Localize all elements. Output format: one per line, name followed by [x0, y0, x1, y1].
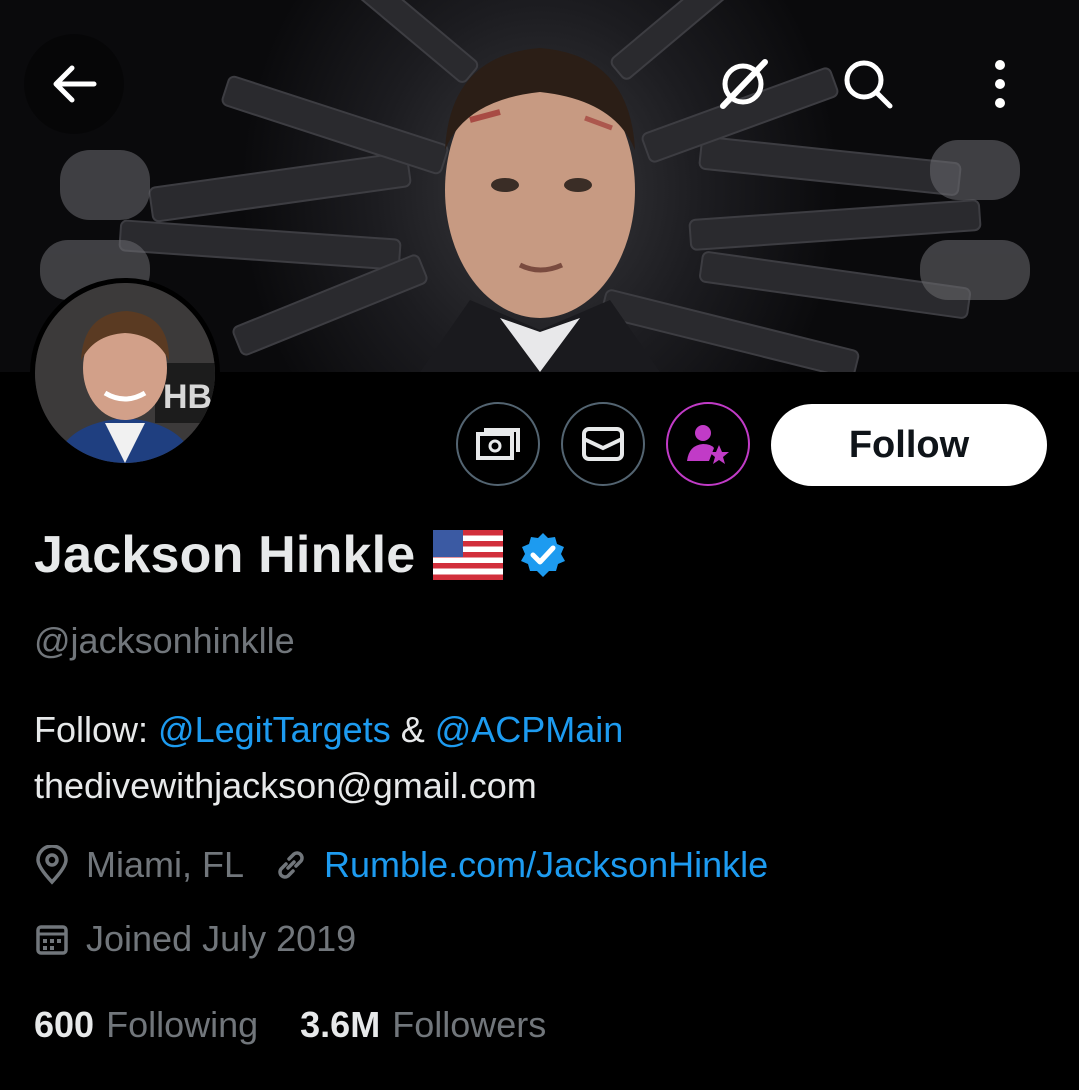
follow-button[interactable]: Follow — [771, 404, 1047, 486]
tip-money-icon — [476, 428, 520, 460]
location-pin-icon — [36, 845, 68, 885]
following-label: Following — [106, 1004, 259, 1045]
message-button[interactable] — [561, 402, 645, 486]
more-options-button[interactable] — [950, 34, 1050, 134]
profile-stats: 600 Following 3.6M Followers — [34, 1004, 588, 1046]
link-icon — [278, 851, 304, 879]
avatar-image: HB — [35, 283, 215, 463]
more-vertical-icon — [995, 60, 1005, 108]
website-link[interactable]: Rumble.com/JacksonHinkle — [324, 844, 768, 886]
search-button[interactable] — [818, 34, 918, 134]
joined-row: Joined July 2019 — [34, 918, 356, 960]
bio-email: thedivewithjackson@gmail.com — [34, 765, 537, 806]
subscribe-icon — [687, 425, 729, 464]
grok-icon — [720, 59, 768, 109]
joined-text: Joined July 2019 — [86, 918, 357, 959]
following-stat[interactable]: 600 Following — [34, 1004, 258, 1046]
bio-prefix: Follow: — [34, 709, 159, 750]
avatar[interactable]: HB — [30, 278, 220, 468]
svg-text:HB: HB — [163, 378, 212, 416]
verified-badge-icon[interactable] — [519, 531, 567, 579]
profile-meta-row: Miami, FL Rumble.com/JacksonHinkle — [34, 844, 768, 886]
joined-item: Joined July 2019 — [34, 918, 356, 960]
profile-name-row: Jackson Hinkle — [34, 520, 567, 590]
followers-count: 3.6M — [300, 1004, 381, 1045]
bio-line-1: Follow: @LegitTargets & @ACPMain — [34, 702, 623, 758]
back-button[interactable] — [24, 34, 124, 134]
subscribe-button[interactable] — [666, 402, 750, 486]
display-name: Jackson Hinkle — [34, 526, 416, 584]
back-arrow-icon — [53, 65, 97, 103]
message-icon — [582, 427, 624, 461]
search-icon — [844, 60, 893, 109]
mention-link-legittargets[interactable]: @LegitTargets — [158, 709, 391, 750]
profile-handle: @jacksonhinklle — [34, 620, 295, 661]
website-item[interactable]: Rumble.com/JacksonHinkle — [274, 844, 768, 886]
location-item: Miami, FL — [34, 844, 244, 886]
us-flag-icon — [433, 530, 504, 580]
location-text: Miami, FL — [86, 844, 245, 885]
profile-bio: Follow: @LegitTargets & @ACPMain thedive… — [34, 702, 623, 814]
grok-button[interactable] — [693, 34, 793, 134]
following-count: 600 — [34, 1004, 95, 1045]
calendar-icon — [36, 925, 68, 955]
bio-connector: & — [390, 709, 435, 750]
followers-stat[interactable]: 3.6M Followers — [300, 1004, 546, 1046]
mention-link-acpmain[interactable]: @ACPMain — [435, 709, 624, 750]
tip-button[interactable] — [456, 402, 540, 486]
followers-label: Followers — [392, 1004, 547, 1045]
